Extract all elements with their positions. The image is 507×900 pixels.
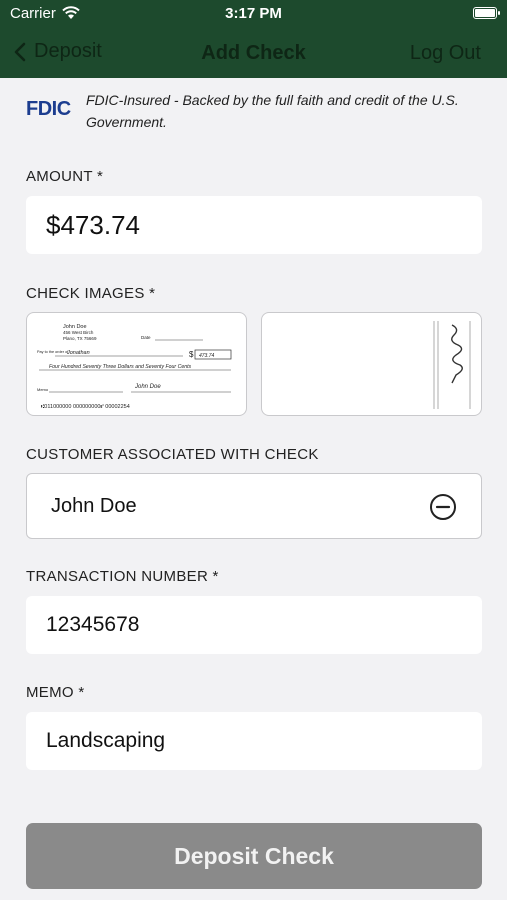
check-micr: ⑆011000000 000000000⑈ 00002254 — [41, 404, 130, 410]
fdic-text: FDIC-Insured - Backed by the full faith … — [86, 92, 459, 130]
check-street: 456 West Birch — [63, 330, 94, 335]
check-payto: Jonathan — [66, 350, 90, 356]
memo-label: MEMO * — [26, 684, 85, 701]
check-signature: John Doe — [134, 384, 161, 390]
check-date-label: Date — [141, 335, 151, 340]
amount-value: $473.74 — [46, 210, 140, 240]
memo-value: Landscaping — [46, 729, 166, 752]
remove-customer-icon[interactable] — [429, 493, 457, 521]
amount-field[interactable]: $473.74 — [26, 196, 482, 254]
check-back-drawing — [433, 321, 471, 409]
app-header: Carrier 3:17 PM Deposit Add Check Log Ou… — [0, 0, 507, 78]
transaction-label: TRANSACTION NUMBER * — [26, 568, 219, 585]
clock: 3:17 PM — [225, 5, 282, 22]
logout-button[interactable]: Log Out — [410, 42, 481, 65]
transaction-value: 12345678 — [46, 613, 140, 636]
customer-value: John Doe — [51, 495, 137, 517]
fdic-logo: FDIC — [26, 98, 71, 120]
check-memo-label: Memo — [37, 387, 49, 392]
amount-label: AMOUNT * — [26, 168, 104, 185]
fdic-notice: FDIC FDIC-Insured - Backed by the full f… — [26, 86, 486, 132]
check-images-label: CHECK IMAGES * — [26, 285, 156, 302]
check-front-image[interactable]: John Doe 456 West Birch Plano, TX 75669 … — [26, 312, 247, 416]
check-amount: 473.74 — [199, 353, 215, 359]
transaction-field[interactable]: 12345678 — [26, 596, 482, 654]
check-payto-label: Pay to the order of — [37, 350, 69, 354]
check-written-amount: Four Hundred Seventy Three Dollars and S… — [49, 364, 192, 370]
customer-label: CUSTOMER ASSOCIATED WITH CHECK — [26, 446, 319, 463]
customer-field[interactable]: John Doe — [26, 473, 482, 539]
navigation-bar: Deposit Add Check Log Out — [0, 36, 507, 70]
battery-icon — [473, 7, 500, 19]
svg-text:$: $ — [189, 350, 194, 359]
check-back-image[interactable] — [261, 312, 482, 416]
status-bar: Carrier 3:17 PM — [0, 0, 507, 28]
check-front-drawing: John Doe 456 West Birch Plano, TX 75669 … — [37, 324, 232, 410]
check-city: Plano, TX 75669 — [63, 336, 97, 341]
deposit-check-button[interactable]: Deposit Check — [26, 823, 482, 889]
memo-field[interactable]: Landscaping — [26, 712, 482, 770]
